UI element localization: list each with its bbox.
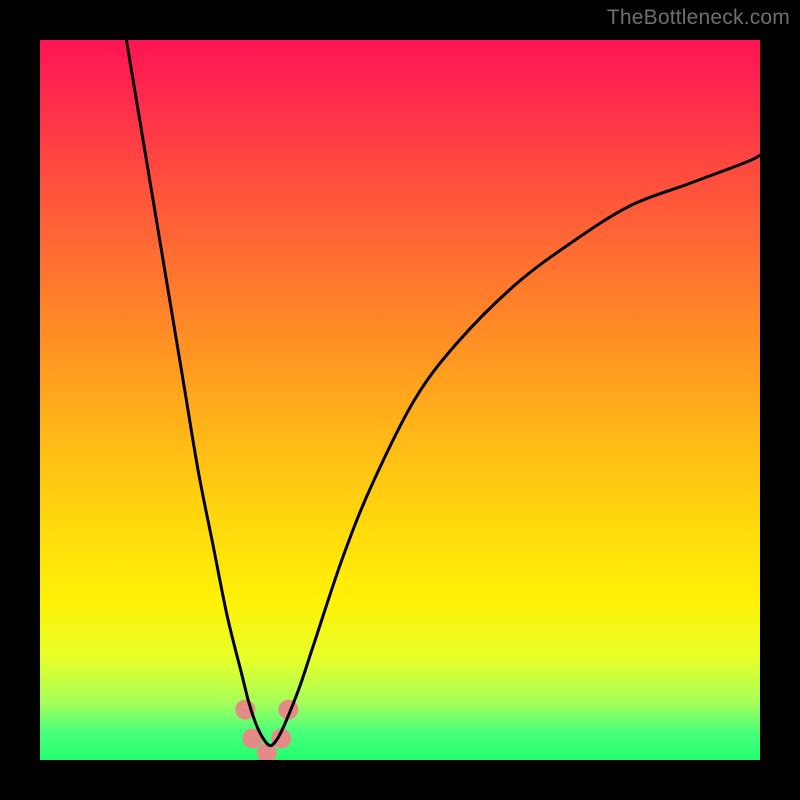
bottleneck-curve bbox=[126, 40, 760, 746]
curve-svg bbox=[40, 40, 760, 760]
watermark-text: TheBottleneck.com bbox=[607, 6, 790, 30]
chart-frame: TheBottleneck.com bbox=[0, 0, 800, 800]
curve-markers bbox=[235, 700, 298, 760]
plot-area bbox=[40, 40, 760, 760]
